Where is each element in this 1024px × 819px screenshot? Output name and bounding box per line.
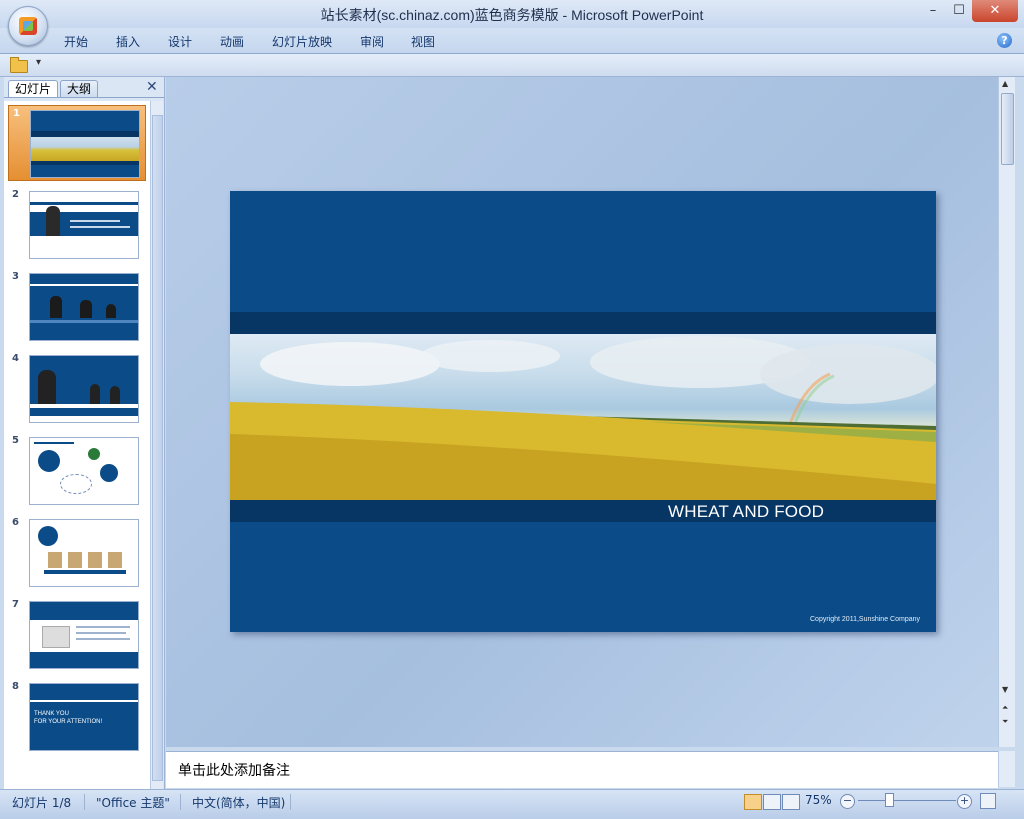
slide-thumbnail-3[interactable]: 3 [8, 269, 144, 343]
slide-preview [29, 273, 139, 341]
slide-preview [29, 191, 139, 259]
slide-preview [30, 110, 140, 178]
previous-slide-icon[interactable]: ⏶ [1002, 703, 1008, 713]
slide-title[interactable]: WHEAT AND FOOD [668, 502, 824, 522]
slide-area-scrollbar[interactable]: ▲ ▼ ⏶ ⏷ [998, 77, 1015, 747]
help-icon[interactable]: ? [997, 33, 1012, 48]
slides-panel-scrollbar[interactable] [150, 101, 163, 789]
slide-number: 5 [12, 435, 19, 446]
tab-animations[interactable]: 动画 [220, 33, 244, 50]
slide-number: 7 [12, 599, 19, 610]
slide-number: 3 [12, 271, 19, 282]
minimize-button[interactable]: – [920, 0, 946, 22]
slide-thumbnail-7[interactable]: 7 [8, 597, 144, 671]
slide-thumbnail-5[interactable]: 5 [8, 433, 144, 507]
slide-thumbnail-1[interactable]: 1 [8, 105, 146, 181]
status-separator [180, 794, 181, 810]
close-button[interactable]: ✕ [972, 0, 1018, 22]
current-slide[interactable]: WHEAT AND FOOD Copyright 2011,Sunshine C… [230, 191, 936, 632]
slide-preview [29, 519, 139, 587]
zoom-slider-thumb[interactable] [885, 793, 894, 807]
slide-number: 4 [12, 353, 19, 364]
title-bar: 站长素材(sc.chinaz.com)蓝色商务模版 - Microsoft Po… [0, 0, 1024, 28]
quick-access-toolbar: ▾ [0, 54, 1024, 77]
status-bar: 幻灯片 1/8 "Office 主题" 中文(简体，中国) 75% − + [0, 789, 1024, 819]
zoom-in-button[interactable]: + [957, 794, 972, 809]
tab-slideshow[interactable]: 幻灯片放映 [272, 33, 332, 50]
tab-view[interactable]: 视图 [411, 33, 435, 50]
copyright-text: Copyright 2011,Sunshine Company [810, 616, 920, 623]
slide-thumbnail-8[interactable]: 8 THANK YOU FOR YOUR ATTENTION! [8, 679, 144, 753]
tab-outline[interactable]: 大纲 [60, 80, 99, 98]
slide-sorter-view-icon[interactable] [763, 794, 781, 810]
slide-thumbnail-2[interactable]: 2 [8, 187, 144, 261]
slide-thumbnail-6[interactable]: 6 [8, 515, 144, 589]
tab-insert[interactable]: 插入 [116, 33, 140, 50]
scroll-down-icon[interactable]: ▼ [1002, 685, 1008, 694]
tab-slides[interactable]: 幻灯片 [8, 80, 59, 98]
status-separator [84, 794, 85, 810]
slideshow-view-icon[interactable] [782, 794, 800, 810]
scrollbar-thumb[interactable] [152, 115, 163, 781]
status-separator [290, 794, 291, 810]
tab-review[interactable]: 审阅 [360, 33, 384, 50]
fit-to-window-icon[interactable] [980, 793, 996, 809]
slide-count-status: 幻灯片 1/8 [12, 796, 72, 810]
office-logo-icon [19, 17, 37, 35]
wheat-field-image [230, 334, 936, 500]
slide-preview [29, 601, 139, 669]
zoom-slider-track[interactable] [858, 800, 956, 801]
maximize-button[interactable]: ☐ [946, 0, 972, 22]
slide-thumbnail-list: 1 2 3 4 5 6 7 8 THANK YOU FOR YOUR ATTEN… [4, 101, 150, 789]
panel-close-icon[interactable]: ✕ [146, 79, 158, 95]
tab-design[interactable]: 设计 [168, 33, 192, 50]
open-folder-icon[interactable] [10, 57, 28, 73]
scrollbar-thumb[interactable] [1001, 93, 1014, 165]
normal-view-icon[interactable] [744, 794, 762, 810]
panel-tab-divider [4, 97, 164, 98]
scroll-up-icon[interactable]: ▲ [1002, 79, 1008, 88]
window-title: 站长素材(sc.chinaz.com)蓝色商务模版 - Microsoft Po… [320, 7, 704, 23]
office-button[interactable] [8, 6, 48, 46]
language-status[interactable]: 中文(简体，中国) [192, 794, 285, 811]
slide-number: 2 [12, 189, 19, 200]
theme-status: "Office 主题" [96, 796, 170, 810]
slide-preview [29, 355, 139, 423]
thumb-text-line2: FOR YOUR ATTENTION! [34, 719, 103, 725]
ribbon-tabs: 开始 插入 设计 动画 幻灯片放映 审阅 视图 ? [0, 28, 1024, 54]
notes-scrollbar[interactable] [998, 751, 1015, 787]
slide-bottom-band [230, 500, 936, 522]
zoom-out-button[interactable]: − [840, 794, 855, 809]
slide-thumbnail-4[interactable]: 4 [8, 351, 144, 425]
tab-home[interactable]: 开始 [64, 33, 88, 50]
slide-top-band [230, 312, 936, 334]
notes-placeholder[interactable]: 单击此处添加备注 [178, 760, 290, 780]
notes-pane[interactable]: 单击此处添加备注 [166, 751, 998, 788]
slide-preview [29, 437, 139, 505]
zoom-level[interactable]: 75% [805, 793, 832, 807]
next-slide-icon[interactable]: ⏷ [1002, 717, 1008, 727]
slides-panel: 幻灯片 大纲 ✕ 1 2 3 4 5 6 7 8 THANK YOU FOR Y… [4, 77, 165, 789]
slide-preview: THANK YOU FOR YOUR ATTENTION! [29, 683, 139, 751]
slide-number: 6 [12, 517, 19, 528]
slide-number: 1 [13, 108, 20, 119]
customize-qat-dropdown[interactable]: ▾ [36, 57, 41, 68]
slide-number: 8 [12, 681, 19, 692]
thumb-text-line1: THANK YOU [34, 711, 69, 717]
